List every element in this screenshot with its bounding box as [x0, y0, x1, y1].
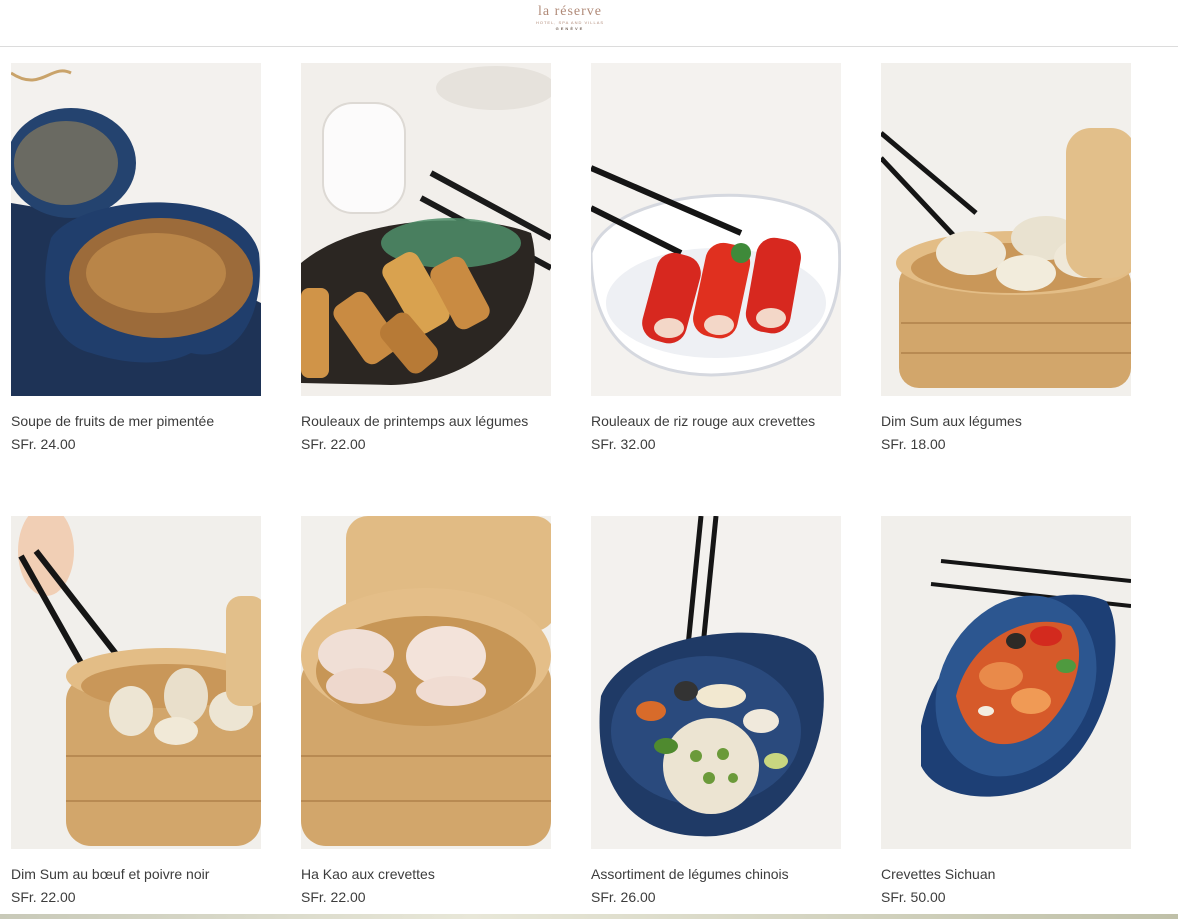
red-rice-rolls-photo[interactable]	[591, 63, 841, 396]
spring-rolls-photo[interactable]	[301, 63, 551, 396]
ha-kao-photo[interactable]	[301, 516, 551, 849]
menu-item-price: SFr. 32.00	[591, 436, 656, 452]
menu-item-name: Soupe de fruits de mer pimentée	[11, 413, 215, 429]
menu-item-price: SFr. 22.00	[11, 889, 76, 905]
site-header: la réserve HOTEL, SPA AND VILLAS GENÈVE	[0, 0, 1178, 47]
vegetable-dimsum-photo[interactable]	[881, 63, 1131, 396]
menu-item-price: SFr. 26.00	[591, 889, 656, 905]
menu-item-price: SFr. 22.00	[301, 436, 366, 452]
brand-city: GENÈVE	[555, 26, 585, 31]
menu-item-price: SFr. 18.00	[881, 436, 946, 452]
menu-item-name: Dim Sum au bœuf et poivre noir	[11, 866, 210, 882]
menu-item-price: SFr. 50.00	[881, 889, 946, 905]
menu-item-price: SFr. 24.00	[11, 436, 76, 452]
chinese-vegetables-photo[interactable]	[591, 516, 841, 849]
menu-item-name: Rouleaux de riz rouge aux crevettes	[591, 413, 816, 429]
sichuan-shrimp-photo[interactable]	[881, 516, 1131, 849]
menu-item-name: Rouleaux de printemps aux légumes	[301, 413, 529, 429]
bottom-decorative-strip	[0, 914, 1178, 919]
seafood-soup-photo[interactable]	[11, 63, 261, 396]
menu-item-price: SFr. 22.00	[301, 889, 366, 905]
brand-logo[interactable]: la réserve HOTEL, SPA AND VILLAS GENÈVE	[520, 4, 620, 38]
beef-dimsum-photo[interactable]	[11, 516, 261, 849]
menu-item-name: Dim Sum aux légumes	[881, 413, 1022, 429]
menu-item-name: Crevettes Sichuan	[881, 866, 996, 882]
menu-item-name: Ha Kao aux crevettes	[301, 866, 435, 882]
menu-item-name: Assortiment de légumes chinois	[591, 866, 789, 882]
brand-name: la réserve	[537, 4, 603, 19]
